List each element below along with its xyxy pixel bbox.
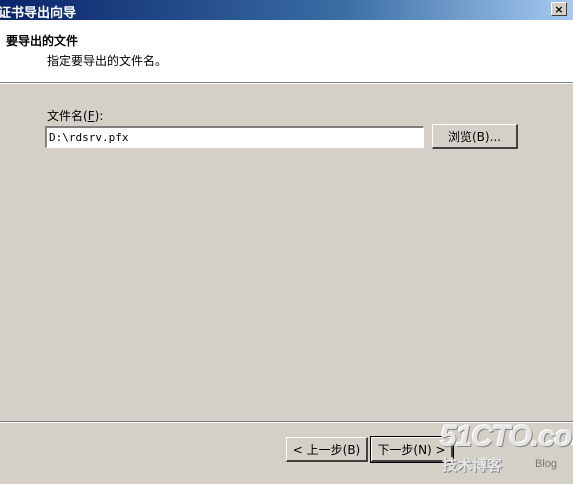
file-label-prefix: 文件名( — [47, 109, 88, 123]
wizard-header: 要导出的文件 指定要导出的文件名。 — [0, 20, 573, 82]
close-icon: × — [554, 2, 564, 16]
page-title: 要导出的文件 — [6, 34, 79, 48]
back-button[interactable]: < 上一步(B) — [286, 437, 368, 462]
file-name-input[interactable] — [45, 126, 424, 148]
close-button[interactable]: × — [551, 2, 567, 16]
watermark-blog: Blog — [535, 458, 558, 470]
watermark-logo: 51CTO.com — [440, 420, 573, 453]
footer-divider — [0, 421, 573, 423]
file-label-accelerator: F — [87, 109, 95, 123]
file-label-suffix: ): — [94, 109, 104, 123]
browse-button[interactable]: 浏览(B)... — [432, 124, 518, 149]
header-divider — [0, 82, 573, 84]
watermark: 51CTO.com 技术博客 Blog — [440, 420, 573, 484]
next-button[interactable]: 下一步(N) > — [370, 436, 454, 463]
window-title: 证书导出向导 — [0, 6, 77, 21]
page-subtitle: 指定要导出的文件名。 — [47, 54, 168, 68]
file-name-label: 文件名(F): — [47, 107, 103, 124]
title-bar: 证书导出向导 × — [0, 0, 573, 21]
